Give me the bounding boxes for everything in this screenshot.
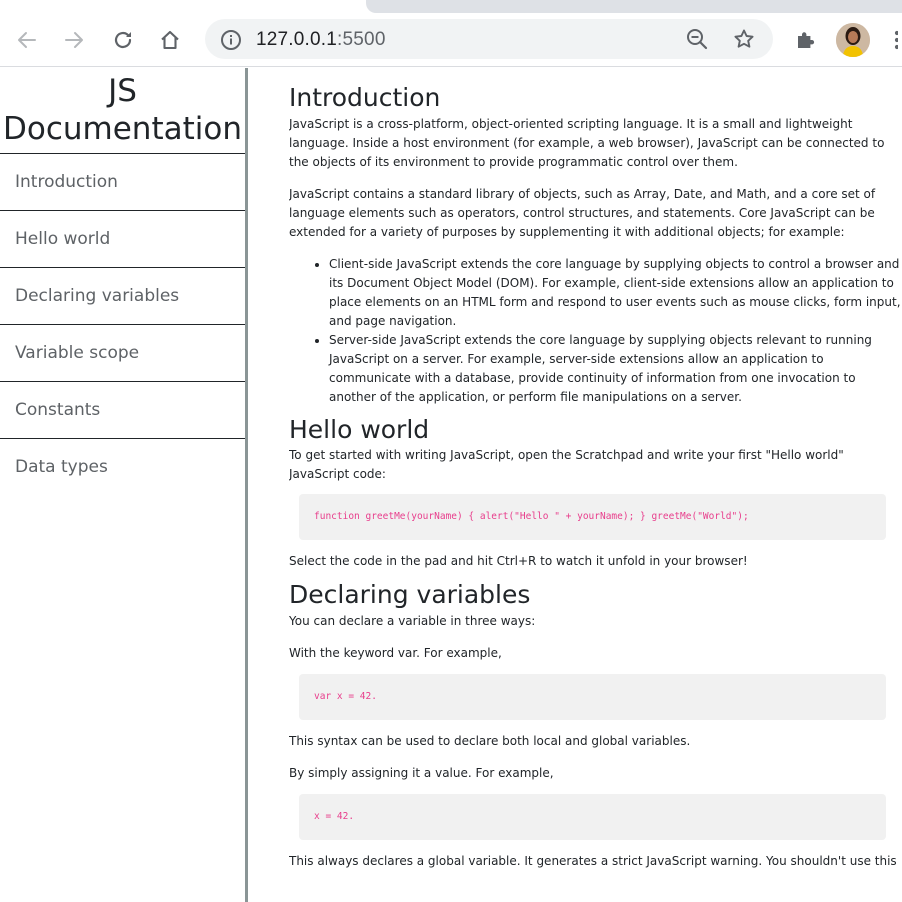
code-block: var x = 42.: [299, 674, 886, 720]
nav-item: Variable scope: [0, 325, 245, 382]
section-introduction: Introduction JavaScript is a cross-platf…: [289, 68, 901, 407]
nav-list: Introduction Hello world Declaring varia…: [0, 154, 245, 496]
extensions-button[interactable]: [788, 22, 824, 58]
list-item: Client-side JavaScript extends the core …: [329, 255, 901, 331]
paragraph: This syntax can be used to declare both …: [289, 734, 691, 748]
section-heading: Introduction: [289, 83, 441, 112]
tab-strip: [0, 0, 902, 18]
profile-photo-icon: [836, 23, 870, 57]
page-viewport: JS Documentation Introduction Hello worl…: [0, 68, 902, 902]
tab-strip-inactive-area: [366, 0, 902, 13]
bullet-list: Client-side JavaScript extends the core …: [289, 255, 901, 407]
paragraph: This always declares a global variable. …: [289, 854, 897, 868]
reload-button[interactable]: [105, 22, 141, 58]
back-button[interactable]: [9, 22, 45, 58]
arrow-left-icon: [18, 32, 36, 48]
paragraph: To get started with writing JavaScript, …: [289, 448, 844, 481]
url-port: :5500: [337, 29, 386, 50]
star-icon[interactable]: [732, 27, 756, 51]
puzzle-icon: [798, 32, 815, 48]
paragraph: By simply assigning it a value. For exam…: [289, 766, 554, 780]
section-declaring-variables: Declaring variables You can declare a va…: [289, 580, 901, 871]
code-block: function greetMe(yourName) { alert("Hell…: [299, 494, 886, 540]
paragraph: JavaScript is a cross-platform, object-o…: [289, 117, 885, 169]
section-heading: Hello world: [289, 415, 430, 444]
nav-title: JS Documentation: [0, 68, 245, 154]
url-text[interactable]: 127.0.0.1:5500: [256, 29, 386, 51]
nav-item: Declaring variables: [0, 268, 245, 325]
arrow-right-icon: [65, 32, 83, 48]
browser-toolbar: 127.0.0.1:5500: [0, 14, 902, 67]
code-block: x = 42.: [299, 794, 886, 840]
paragraph: With the keyword var. For example,: [289, 646, 502, 660]
main-doc: Introduction JavaScript is a cross-platf…: [289, 68, 901, 902]
paragraph: Select the code in the pad and hit Ctrl+…: [289, 554, 748, 568]
nav-item: Constants: [0, 382, 245, 439]
navbar: JS Documentation Introduction Hello worl…: [0, 68, 248, 902]
nav-link-hello-world[interactable]: Hello world: [0, 211, 245, 268]
nav-item: Data types: [0, 439, 245, 496]
section-hello-world: Hello world To get started with writing …: [289, 414, 901, 571]
info-icon[interactable]: [220, 29, 242, 51]
paragraph: JavaScript contains a standard library o…: [289, 187, 876, 239]
more-vertical-icon: [894, 30, 900, 50]
list-item: Server-side JavaScript extends the core …: [329, 331, 901, 407]
nav-item: Introduction: [0, 154, 245, 211]
browser-menu-button[interactable]: [888, 27, 900, 57]
forward-button[interactable]: [56, 22, 92, 58]
home-icon: [161, 30, 179, 50]
profile-avatar[interactable]: [836, 23, 870, 57]
nav-link-constants[interactable]: Constants: [0, 382, 245, 439]
section-heading: Declaring variables: [289, 580, 531, 609]
home-button[interactable]: [152, 22, 188, 58]
url-host: 127.0.0.1: [256, 29, 338, 50]
nav-link-data-types[interactable]: Data types: [0, 439, 245, 496]
nav-item: Hello world: [0, 211, 245, 268]
nav-link-variable-scope[interactable]: Variable scope: [0, 325, 245, 382]
nav-link-declaring-variables[interactable]: Declaring variables: [0, 268, 245, 325]
address-bar[interactable]: 127.0.0.1:5500: [205, 19, 773, 59]
reload-icon: [114, 31, 132, 49]
nav-link-introduction[interactable]: Introduction: [0, 154, 245, 211]
paragraph: You can declare a variable in three ways…: [289, 614, 536, 628]
zoom-out-icon[interactable]: [685, 27, 709, 51]
